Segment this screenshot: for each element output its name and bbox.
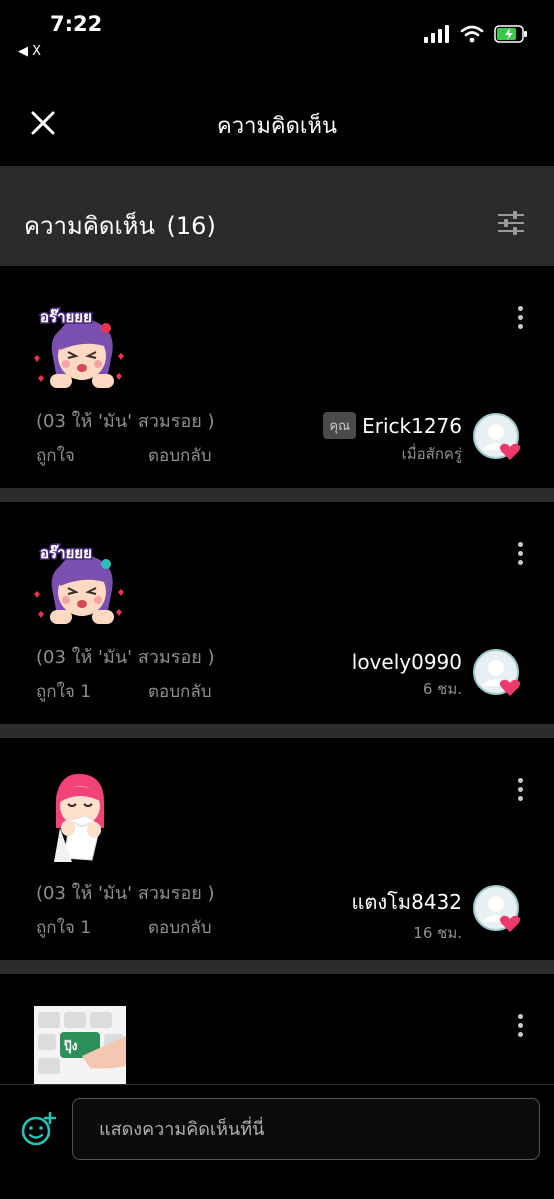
more-options-icon[interactable]	[514, 306, 526, 332]
section-title: ความคิดเห็น (16)	[24, 206, 216, 245]
avatar-heart-icon[interactable]	[472, 884, 522, 934]
signal-icon	[424, 25, 449, 43]
comment-input-bar	[0, 1084, 554, 1199]
author-row: แตงโม8432	[352, 886, 462, 918]
like-button[interactable]: ถูกใจ	[36, 442, 75, 469]
author-block: lovely0990 6 ชม.	[352, 650, 462, 701]
reply-button[interactable]: ตอบกลับ	[148, 442, 212, 469]
wifi-icon	[460, 25, 484, 43]
comment-context: (03 ให้ 'มัน' สวมรอย )	[36, 411, 215, 432]
comment-item: (03 ให้ 'มัน' สวมรอย ) ถูกใจ 1 ตอบกลับ แ…	[0, 738, 554, 960]
divider	[0, 960, 554, 974]
purple-hair-girl-sticker-icon: อร๊ายยย	[34, 543, 124, 624]
reply-button[interactable]: ตอบกลับ	[148, 678, 212, 705]
comment-context: (03 ให้ 'มัน' สวมรอย )	[36, 647, 215, 668]
comment-timestamp: เมื่อสักครู่	[401, 445, 462, 463]
like-button[interactable]: ถูกใจ 1	[36, 914, 91, 941]
avatar-heart-icon[interactable]	[472, 412, 522, 462]
author-block: คุณ Erick1276 เมื่อสักครู่	[323, 412, 462, 466]
comment-input[interactable]	[72, 1098, 540, 1160]
divider	[0, 724, 554, 738]
status-time: 7:22	[50, 12, 103, 36]
divider	[0, 488, 554, 502]
reply-button[interactable]: ตอบกลับ	[148, 914, 212, 941]
sticker-text: อร๊ายยย	[40, 544, 92, 562]
author-row: lovely0990	[352, 650, 462, 674]
keyboard-finger-sticker-icon: ปุ๊ง	[34, 1006, 126, 1084]
more-options-icon[interactable]	[514, 1014, 526, 1040]
nav-header: ความคิดเห็น	[0, 82, 554, 166]
section-title-label: ความคิดเห็น	[24, 212, 155, 240]
author-name[interactable]: Erick1276	[362, 414, 462, 438]
more-options-icon[interactable]	[514, 778, 526, 804]
comments-screen: 7:22 ◀ X ความคิดเห็น ความคิดเห็น (16) อร…	[0, 0, 554, 1199]
comment-timestamp: 16 ชม.	[413, 924, 462, 942]
back-to-app-link[interactable]: ◀ X	[18, 44, 41, 59]
purple-hair-girl-sticker-icon: อร๊ายยย	[34, 307, 124, 388]
more-options-icon[interactable]	[514, 542, 526, 568]
comment-item: อร๊ายยย (03 ให้ 'มัน' สวมรอย ) ถูกใจ ตอบ…	[0, 266, 554, 488]
status-bar: 7:22 ◀ X	[0, 0, 554, 70]
comment-item: อร๊ายยย (03 ให้ 'มัน' สวมรอย ) ถูกใจ 1 ต…	[0, 502, 554, 724]
author-row: คุณ Erick1276	[323, 412, 462, 439]
sticker-text: ปุ๊ง	[63, 1039, 77, 1054]
author-block: แตงโม8432 16 ชม.	[352, 886, 462, 945]
comment-context: (03 ให้ 'มัน' สวมรอย )	[36, 883, 215, 904]
author-name[interactable]: แตงโม8432	[352, 886, 462, 918]
comment-timestamp: 6 ชม.	[422, 680, 462, 698]
like-button[interactable]: ถูกใจ 1	[36, 678, 91, 705]
crying-girl-tissue-sticker-icon	[54, 773, 104, 862]
sticker-text: อร๊ายยย	[40, 308, 92, 326]
page-title: ความคิดเห็น	[217, 114, 337, 139]
comment-count: (16)	[166, 212, 216, 240]
sticker-add-icon[interactable]	[20, 1111, 56, 1147]
you-badge: คุณ	[323, 412, 357, 439]
author-name[interactable]: lovely0990	[352, 650, 462, 674]
filter-sliders-icon[interactable]	[496, 208, 526, 238]
status-icons	[424, 22, 528, 46]
comment-item: ปุ๊ง	[0, 974, 554, 1084]
avatar-heart-icon[interactable]	[472, 648, 522, 698]
battery-charging-icon	[494, 25, 527, 43]
comments-section-header: ความคิดเห็น (16)	[0, 166, 554, 266]
